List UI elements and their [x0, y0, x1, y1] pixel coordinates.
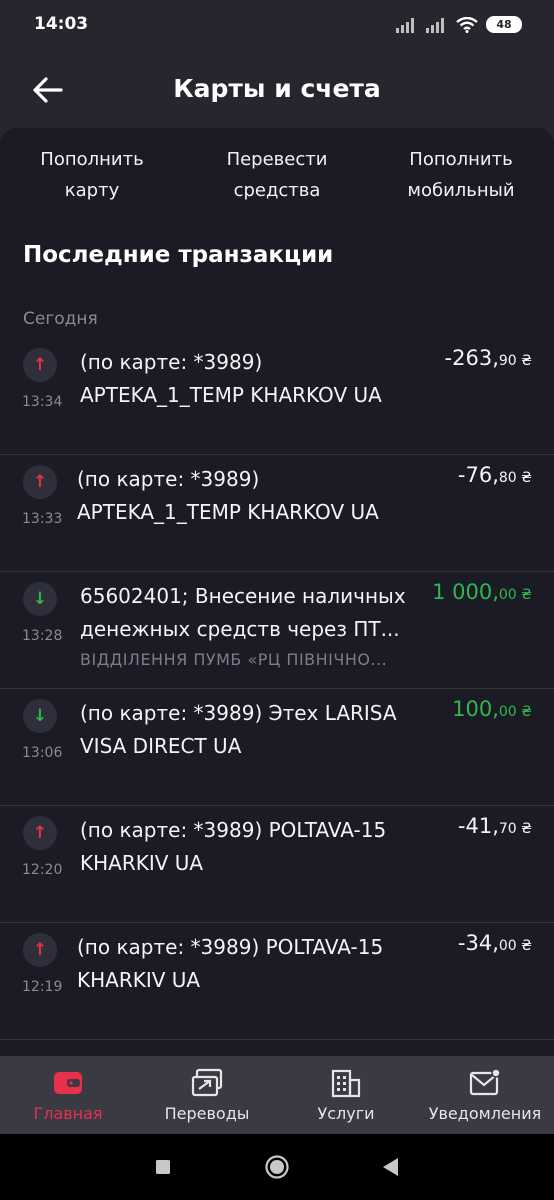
- amount-cents: 00 ₴: [498, 938, 532, 954]
- top-up-card-label-1: Пополнить: [40, 149, 144, 170]
- transaction-row[interactable]: ↑ 13:33 (по карте: *3989) APTEKA_1_TEMP …: [0, 455, 554, 572]
- battery-icon: 48: [486, 16, 522, 33]
- arrow-up-icon: ↑: [23, 816, 57, 850]
- recent-apps-button[interactable]: [150, 1154, 176, 1180]
- status-time: 14:03: [34, 14, 89, 34]
- amount-main: 1 000,: [432, 580, 499, 604]
- transaction-description: (по карте: *3989) Этех LARISA VISA DIREC…: [80, 701, 397, 758]
- amount-cents: 90 ₴: [498, 353, 532, 369]
- transaction-amount: 100,00 ₴: [452, 697, 532, 721]
- transaction-amount: -41,70 ₴: [458, 814, 532, 838]
- transaction-description: (по карте: *3989) POLTAVA-15 KHARKIV UA: [77, 935, 384, 992]
- transaction-list: ↑ 13:34 (по карте: *3989) APTEKA_1_TEMP …: [0, 338, 554, 1040]
- amount-main: 100,: [452, 697, 499, 721]
- wallet-icon: [54, 1072, 82, 1094]
- building-icon: [331, 1069, 361, 1098]
- amount-main: -76,: [457, 463, 499, 487]
- amount-cents: 80 ₴: [498, 470, 532, 486]
- arrow-up-icon: ↑: [23, 348, 57, 382]
- top-up-card-label-2: карту: [64, 180, 120, 201]
- transaction-row[interactable]: ↓ 13:28 65602401; Внесение наличных дене…: [0, 572, 554, 689]
- arrow-up-icon: ↑: [23, 933, 57, 967]
- transaction-description: (по карте: *3989) POLTAVA-15 KHARKIV UA: [80, 818, 387, 875]
- tab-label: Уведомления: [428, 1104, 542, 1123]
- transaction-description: 65602401; Внесение наличных денежных сре…: [80, 584, 406, 641]
- mail-icon: [469, 1068, 501, 1096]
- system-nav-bar: [0, 1134, 554, 1200]
- arrow-down-icon: ↓: [23, 699, 57, 733]
- status-bar: 14:03 48: [0, 0, 554, 52]
- transaction-row[interactable]: ↑ 12:20 (по карте: *3989) POLTAVA-15 KHA…: [0, 806, 554, 923]
- bottom-tab-bar: Главная Переводы Услуги Уведомления: [0, 1056, 554, 1134]
- tab-label: Услуги: [317, 1104, 375, 1123]
- amount-cents: 00 ₴: [498, 704, 532, 720]
- transaction-description: (по карте: *3989) APTEKA_1_TEMP KHARKOV …: [80, 350, 382, 407]
- day-label: Сегодня: [23, 309, 98, 329]
- transaction-description: (по карте: *3989) APTEKA_1_TEMP KHARKOV …: [77, 467, 379, 524]
- tab-label: Переводы: [164, 1104, 250, 1123]
- transaction-time: 13:34: [22, 394, 63, 410]
- tab-home[interactable]: Главная: [3, 1056, 133, 1134]
- arrow-down-icon: ↓: [23, 582, 57, 616]
- signal-icon: [426, 17, 448, 33]
- back-nav-button[interactable]: [378, 1154, 404, 1180]
- transaction-subtitle: ВІДДІЛЕННЯ ПУМБ «РЦ ПІВНІЧНО...: [80, 650, 388, 669]
- content-panel: Пополнить карту Перевести средства Попол…: [0, 128, 554, 1056]
- arrow-up-icon: ↑: [23, 465, 57, 499]
- signal-icon: [396, 17, 418, 33]
- transaction-time: 12:19: [22, 979, 63, 995]
- transaction-time: 13:28: [22, 628, 63, 644]
- amount-cents: 00 ₴: [498, 587, 532, 603]
- top-up-mobile-label-1: Пополнить: [409, 149, 513, 170]
- transaction-time: 13:06: [22, 745, 63, 761]
- tab-notifications[interactable]: Уведомления: [420, 1056, 550, 1134]
- transaction-amount: 1 000,00 ₴: [432, 580, 532, 604]
- tab-label: Главная: [33, 1104, 103, 1123]
- page-title: Карты и счета: [173, 74, 381, 103]
- transfer-funds-label-2: средства: [233, 180, 321, 201]
- amount-main: -34,: [457, 931, 499, 955]
- transaction-row[interactable]: ↓ 13:06 (по карте: *3989) Этех LARISA VI…: [0, 689, 554, 806]
- home-button[interactable]: [264, 1154, 290, 1180]
- quick-actions: Пополнить карту Перевести средства Попол…: [0, 144, 554, 208]
- transfer-funds-label-1: Перевести: [226, 149, 328, 170]
- amount-main: -263,: [444, 346, 499, 370]
- transaction-amount: -263,90 ₴: [445, 346, 532, 370]
- transaction-amount: -76,80 ₴: [458, 463, 532, 487]
- amount-main: -41,: [457, 814, 499, 838]
- transaction-amount: -34,00 ₴: [458, 931, 532, 955]
- transaction-time: 12:20: [22, 862, 63, 878]
- wifi-icon: [456, 16, 478, 33]
- top-up-mobile-label-2: мобильный: [407, 180, 515, 201]
- transaction-row[interactable]: ↑ 13:34 (по карте: *3989) APTEKA_1_TEMP …: [0, 338, 554, 455]
- transaction-row[interactable]: ↑ 12:19 (по карте: *3989) POLTAVA-15 KHA…: [0, 923, 554, 1040]
- transaction-time: 13:33: [22, 511, 63, 527]
- tab-transfers[interactable]: Переводы: [142, 1056, 272, 1134]
- top-up-mobile-button[interactable]: Пополнить мобильный: [386, 144, 536, 206]
- tab-services[interactable]: Услуги: [281, 1056, 411, 1134]
- amount-cents: 70 ₴: [498, 821, 532, 837]
- top-up-card-button[interactable]: Пополнить карту: [17, 144, 167, 206]
- section-title: Последние транзакции: [23, 242, 334, 268]
- transfer-funds-button[interactable]: Перевести средства: [202, 144, 352, 206]
- status-icons: 48: [396, 16, 522, 33]
- transfer-icon: [191, 1068, 223, 1097]
- app-header: Карты и счета: [0, 52, 554, 128]
